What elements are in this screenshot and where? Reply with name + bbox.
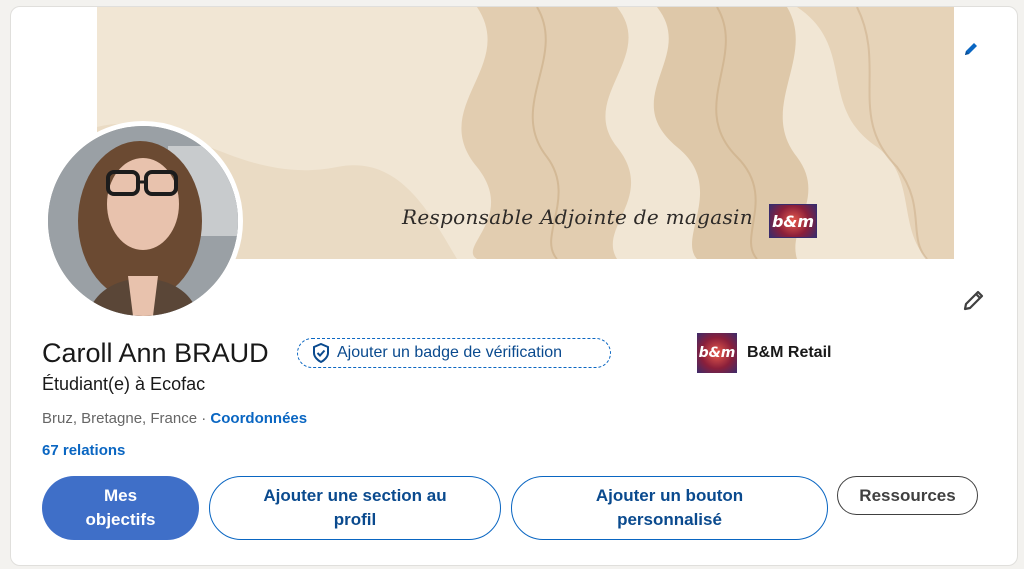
- my-goals-label-line1: Mes: [103, 486, 138, 505]
- pencil-icon: [963, 290, 984, 311]
- verification-badge-label: Ajouter un badge de vérification: [337, 344, 563, 361]
- custom-button-label-line1: Ajouter un bouton: [595, 486, 744, 505]
- banner-company-logo: b&m: [769, 204, 817, 238]
- contact-info-link[interactable]: Coordonnées: [210, 410, 307, 427]
- add-profile-section-button[interactable]: Ajouter une section au profil: [209, 476, 501, 540]
- edit-profile-button[interactable]: [959, 285, 989, 315]
- my-goals-button[interactable]: Mes objectifs: [42, 476, 199, 540]
- add-section-label-line2: profil: [333, 510, 377, 529]
- profile-photo[interactable]: [43, 121, 243, 321]
- resources-button[interactable]: Ressources: [837, 476, 978, 515]
- profile-location: Bruz, Bretagne, France: [42, 410, 198, 427]
- banner-tagline: Responsable Adjointe de magasin: [402, 205, 753, 229]
- add-section-label-line1: Ajouter une section au: [263, 486, 447, 505]
- add-verification-badge-button[interactable]: Ajouter un badge de vérification: [297, 338, 611, 368]
- pencil-icon: [965, 43, 977, 55]
- profile-card: Responsable Adjointe de magasin b&m Caro…: [10, 6, 1018, 566]
- profile-headline: Étudiant(e) à Ecofac: [42, 374, 206, 394]
- profile-name: Caroll Ann BRAUD: [42, 338, 269, 368]
- profile-photo-image: [48, 126, 238, 316]
- edit-banner-button[interactable]: [959, 37, 983, 61]
- profile-location-row: Bruz, Bretagne, France · Coordonnées: [42, 410, 307, 427]
- company-logo: b&m: [697, 333, 737, 373]
- add-custom-button[interactable]: Ajouter un bouton personnalisé: [511, 476, 828, 540]
- custom-button-label-line2: personnalisé: [617, 510, 722, 529]
- shield-check-icon: [313, 343, 329, 363]
- relations-link[interactable]: 67 relations: [42, 442, 125, 459]
- current-company[interactable]: b&m B&M Retail: [697, 333, 831, 373]
- company-name: B&M Retail: [747, 344, 832, 361]
- location-separator: ·: [197, 410, 211, 427]
- my-goals-label-line2: objectifs: [85, 510, 156, 529]
